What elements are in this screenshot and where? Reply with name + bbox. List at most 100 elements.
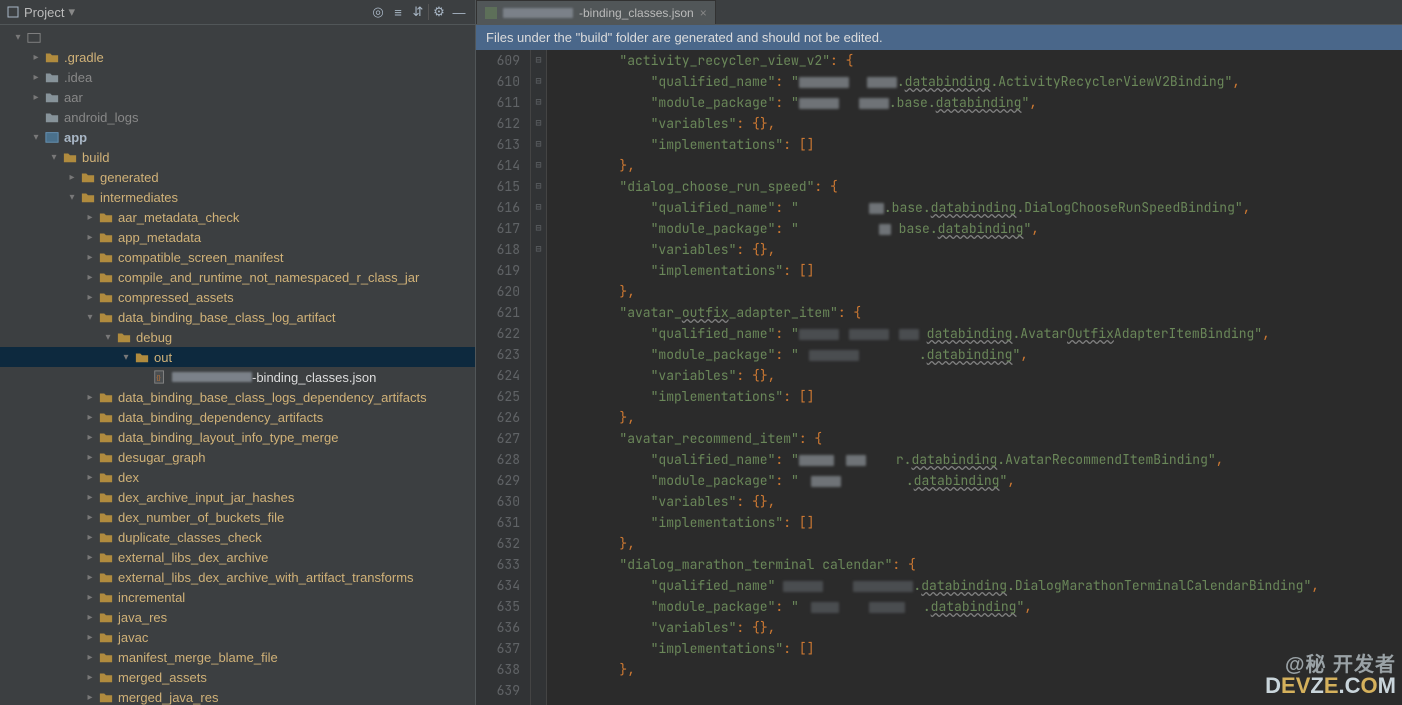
tree-chevron-icon[interactable]: ▸ — [82, 572, 98, 583]
folder-hl-icon — [98, 289, 114, 305]
tree-row[interactable]: ▾ — [0, 27, 475, 47]
folder-hl-icon — [98, 669, 114, 685]
target-icon[interactable]: ◎ — [368, 2, 388, 22]
tree-row[interactable]: ▸ java_res — [0, 607, 475, 627]
tree-row[interactable]: ▸javac — [0, 627, 475, 647]
tree-row[interactable]: ▸merged_java_res — [0, 687, 475, 705]
tree-chevron-icon[interactable]: ▾ — [46, 152, 62, 163]
tree-row[interactable]: ▸incremental — [0, 587, 475, 607]
code-editor[interactable]: 6096106116126136146156166176186196206216… — [476, 50, 1402, 705]
code-area[interactable]: "activity_recycler_view_v2": { "qualifie… — [547, 50, 1402, 705]
tree-row[interactable]: ▸aar_metadata_check — [0, 207, 475, 227]
chevron-down-icon[interactable]: ▾ — [68, 4, 75, 20]
tree-label: out — [154, 350, 172, 365]
tree-row[interactable]: ▸ .gradle — [0, 47, 475, 67]
hide-icon[interactable]: — — [449, 2, 469, 22]
tree-label: compatible_screen_manifest — [118, 250, 283, 265]
tree-chevron-icon[interactable]: ▾ — [28, 132, 44, 143]
tree-chevron-icon[interactable]: ▾ — [118, 352, 134, 363]
tree-label: .gradle — [64, 50, 104, 65]
tree-row[interactable]: ▸aar — [0, 87, 475, 107]
tree-chevron-icon[interactable]: ▸ — [82, 252, 98, 263]
tree-row[interactable]: ▸ data_binding_dependency_artifacts — [0, 407, 475, 427]
tree-label: app — [64, 130, 87, 145]
tree-row[interactable]: {}-binding_classes.json — [0, 367, 475, 387]
tree-chevron-icon[interactable]: ▸ — [82, 612, 98, 623]
tree-chevron-icon[interactable]: ▸ — [82, 272, 98, 283]
tree-chevron-icon[interactable]: ▸ — [82, 472, 98, 483]
tree-label: java_res — [118, 610, 167, 625]
project-title[interactable]: Project — [24, 5, 64, 20]
tree-row[interactable]: ▸.idea — [0, 67, 475, 87]
tree-row[interactable]: ▸ desugar_graph — [0, 447, 475, 467]
tree-label: merged_assets — [118, 670, 207, 685]
tree-label: intermediates — [100, 190, 178, 205]
collapse-all-icon[interactable]: ≡ — [388, 2, 408, 22]
tree-chevron-icon[interactable]: ▸ — [82, 432, 98, 443]
tree-chevron-icon[interactable]: ▸ — [82, 632, 98, 643]
tree-chevron-icon[interactable]: ▸ — [82, 552, 98, 563]
tree-chevron-icon[interactable]: ▾ — [64, 192, 80, 203]
editor-tab[interactable]: -binding_classes.json × — [476, 0, 716, 24]
tree-label: desugar_graph — [118, 450, 205, 465]
tree-chevron-icon[interactable]: ▸ — [82, 532, 98, 543]
tree-row[interactable]: ▸ dex — [0, 467, 475, 487]
tree-row[interactable]: ▸ merged_assets — [0, 667, 475, 687]
tree-row[interactable]: ▸duplicate_classes_check — [0, 527, 475, 547]
tree-row[interactable]: ▸compressed_assets — [0, 287, 475, 307]
tree-chevron-icon[interactable]: ▾ — [10, 32, 26, 43]
tree-row[interactable]: ▸generated — [0, 167, 475, 187]
tree-row[interactable]: ▾ intermediates — [0, 187, 475, 207]
tree-chevron-icon[interactable]: ▸ — [82, 672, 98, 683]
tree-chevron-icon[interactable]: ▾ — [82, 312, 98, 323]
close-tab-icon[interactable]: × — [700, 6, 707, 20]
tree-row[interactable]: ▸dex_number_of_buckets_file — [0, 507, 475, 527]
tree-chevron-icon[interactable]: ▸ — [82, 692, 98, 703]
tree-chevron-icon[interactable]: ▸ — [82, 232, 98, 243]
folder-hl-icon — [98, 309, 114, 325]
tree-label: dex — [118, 470, 139, 485]
tree-chevron-icon[interactable]: ▸ — [82, 492, 98, 503]
tree-chevron-icon[interactable]: ▸ — [82, 512, 98, 523]
fold-gutter[interactable]: ⊟⊟⊟⊟⊟⊟⊟⊟⊟⊟ — [531, 50, 547, 705]
tree-chevron-icon[interactable]: ▸ — [82, 392, 98, 403]
tree-row[interactable]: ▾data_binding_base_class_log_artifact — [0, 307, 475, 327]
tree-chevron-icon[interactable]: ▸ — [28, 52, 44, 63]
tree-chevron-icon[interactable]: ▸ — [82, 592, 98, 603]
tree-row[interactable]: ▸compile_and_runtime_not_namespaced_r_cl… — [0, 267, 475, 287]
tree-chevron-icon[interactable]: ▾ — [100, 332, 116, 343]
tree-label: data_binding_dependency_artifacts — [118, 410, 323, 425]
tree-chevron-icon[interactable]: ▸ — [82, 652, 98, 663]
tree-row[interactable]: ▾ app — [0, 127, 475, 147]
tree-row[interactable]: ▸data_binding_layout_info_type_merge — [0, 427, 475, 447]
tree-chevron-icon[interactable]: ▸ — [64, 172, 80, 183]
tree-chevron-icon[interactable]: ▸ — [82, 292, 98, 303]
tree-row[interactable]: ▸external_libs_dex_archive — [0, 547, 475, 567]
tree-label: dex_archive_input_jar_hashes — [118, 490, 294, 505]
tree-row[interactable]: android_logs — [0, 107, 475, 127]
project-panel-header: Project ▾ ◎ ≡ ⇵ ⚙ — — [0, 0, 475, 25]
tree-row[interactable]: ▸ dex_archive_input_jar_hashes — [0, 487, 475, 507]
tree-row[interactable]: ▾debug — [0, 327, 475, 347]
tree-row[interactable]: ▸manifest_merge_blame_file — [0, 647, 475, 667]
tree-chevron-icon[interactable]: ▸ — [28, 72, 44, 83]
folder-hl-icon — [98, 209, 114, 225]
expand-all-icon[interactable]: ⇵ — [408, 2, 428, 22]
folder-hl-icon — [134, 349, 150, 365]
tree-chevron-icon[interactable]: ▸ — [82, 212, 98, 223]
tree-row[interactable]: ▾ out — [0, 347, 475, 367]
folder-hl-icon — [98, 589, 114, 605]
tree-chevron-icon[interactable]: ▸ — [82, 412, 98, 423]
tree-row[interactable]: ▸ compatible_screen_manifest — [0, 247, 475, 267]
tree-row[interactable]: ▸data_binding_base_class_logs_dependency… — [0, 387, 475, 407]
tree-chevron-icon[interactable]: ▸ — [82, 452, 98, 463]
tree-row[interactable]: ▸external_libs_dex_archive_with_artifact… — [0, 567, 475, 587]
folder-hl-icon — [44, 49, 60, 65]
project-tree[interactable]: ▾▸.gradle▸.idea▸aarandroid_logs▾app▾buil… — [0, 25, 475, 705]
json-file-icon — [485, 7, 497, 19]
tree-row[interactable]: ▾build — [0, 147, 475, 167]
tree-row[interactable]: ▸app_metadata — [0, 227, 475, 247]
gear-icon[interactable]: ⚙ — [429, 2, 449, 22]
tree-chevron-icon[interactable]: ▸ — [28, 92, 44, 103]
tree-label: -binding_classes.json — [252, 370, 376, 385]
